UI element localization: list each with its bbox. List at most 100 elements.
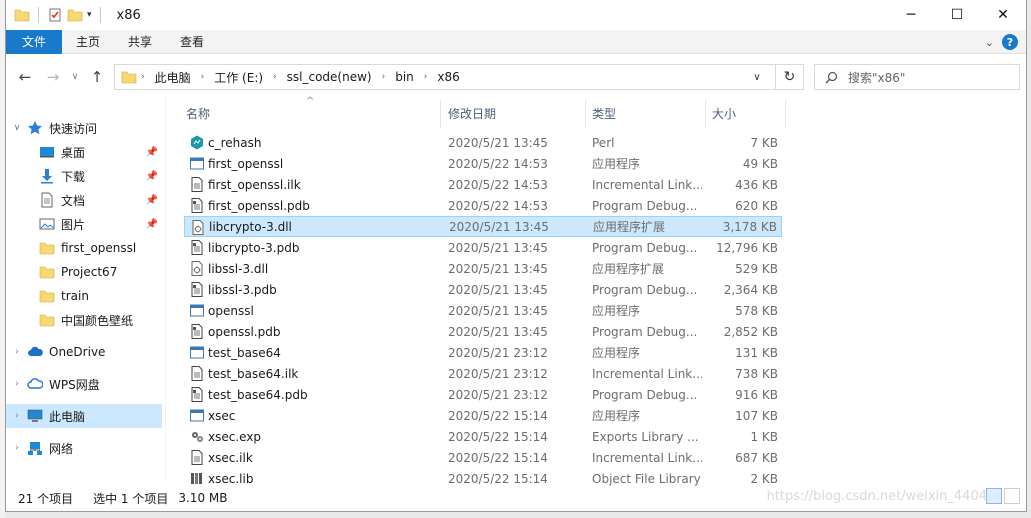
- breadcrumb-chevron-icon[interactable]: ›: [137, 72, 149, 82]
- nav-item-first-openssl[interactable]: first_openssl: [6, 236, 162, 260]
- breadcrumb-ssl-code[interactable]: ssl_code(new): [281, 70, 378, 84]
- file-row[interactable]: openssl.pdb 2020/5/21 13:45 Program Debug.…: [184, 321, 782, 342]
- nav-item-label: 文档: [61, 193, 86, 208]
- tab-share[interactable]: 共享: [114, 30, 166, 54]
- folder-icon: [39, 242, 55, 255]
- help-button[interactable]: ?: [1002, 34, 1018, 50]
- breadcrumb-chevron-icon[interactable]: ›: [197, 72, 209, 82]
- nav-item-onedrive[interactable]: › OneDrive: [6, 340, 162, 364]
- column-divider[interactable]: [440, 100, 441, 128]
- file-name: openssl.pdb: [208, 324, 281, 339]
- nav-item-downloads[interactable]: 下载 📌: [6, 164, 162, 188]
- address-history-button[interactable]: ∨: [745, 65, 769, 89]
- breadcrumb-chevron-icon[interactable]: ›: [420, 72, 432, 82]
- exe-icon: [190, 303, 204, 318]
- column-header-date[interactable]: 修改日期: [448, 105, 496, 122]
- tab-home[interactable]: 主页: [62, 30, 114, 54]
- maximize-button[interactable]: ☐: [934, 0, 980, 30]
- pin-icon[interactable]: 📌: [146, 219, 158, 230]
- properties-icon[interactable]: [47, 7, 63, 23]
- expand-chevron-icon[interactable]: ›: [11, 347, 23, 357]
- breadcrumb-x86[interactable]: x86: [431, 70, 465, 84]
- expand-chevron-icon[interactable]: ›: [11, 379, 23, 389]
- chevron-down-icon: ∨: [71, 72, 79, 82]
- folder-icon[interactable]: [14, 7, 30, 23]
- expand-ribbon-chevron-icon[interactable]: ⌄: [985, 36, 994, 49]
- nav-item-this-pc[interactable]: › 此电脑: [6, 404, 162, 428]
- nav-item-pictures[interactable]: 图片 📌: [6, 212, 162, 236]
- nav-item-train[interactable]: train: [6, 284, 162, 308]
- up-button[interactable]: ↑: [86, 66, 108, 88]
- breadcrumb-chevron-icon[interactable]: ›: [378, 72, 390, 82]
- customize-toolbar-chevron-icon[interactable]: ▾: [87, 10, 92, 20]
- breadcrumb-chevron-icon[interactable]: ›: [269, 72, 281, 82]
- file-row[interactable]: test_base64.ilk 2020/5/21 23:12 Incrementa…: [184, 363, 782, 384]
- file-type: Program Debug...: [592, 198, 698, 213]
- file-row[interactable]: libssl-3.dll 2020/5/21 13:45 应用程序扩展 529 KB: [184, 258, 782, 279]
- file-row[interactable]: xsec.exp 2020/5/22 15:14 Exports Library .…: [184, 426, 782, 447]
- back-button[interactable]: ←: [14, 66, 36, 88]
- file-row[interactable]: first_openssl 2020/5/22 14:53 应用程序 49 KB: [184, 153, 782, 174]
- column-header-name[interactable]: 名称: [186, 105, 210, 122]
- nav-item-quick-access[interactable]: ∨ 快速访问: [6, 116, 162, 140]
- nav-item-documents[interactable]: 文档 📌: [6, 188, 162, 212]
- file-row[interactable]: openssl 2020/5/21 13:45 应用程序 578 KB: [184, 300, 782, 321]
- minimize-button[interactable]: ─: [888, 0, 934, 30]
- column-header-size[interactable]: 大小: [712, 105, 736, 122]
- file-row[interactable]: c_rehash 2020/5/21 13:45 Perl 7 KB: [184, 132, 782, 153]
- file-name: first_openssl: [208, 156, 284, 171]
- nav-item-network[interactable]: › 网络: [6, 436, 162, 460]
- breadcrumb-this-pc[interactable]: 此电脑: [149, 69, 197, 86]
- file-name: xsec.lib: [208, 471, 254, 486]
- forward-button[interactable]: →: [42, 66, 64, 88]
- expand-chevron-icon[interactable]: ›: [11, 443, 23, 453]
- pin-icon[interactable]: 📌: [146, 171, 158, 182]
- expand-chevron-icon[interactable]: ›: [11, 411, 23, 421]
- column-headers: ^ 名称 修改日期 类型 大小: [172, 96, 792, 130]
- recent-locations-button[interactable]: ∨: [64, 66, 86, 88]
- file-size: 49 KB: [742, 156, 778, 171]
- column-header-type[interactable]: 类型: [592, 105, 616, 122]
- file-row[interactable]: xsec 2020/5/22 15:14 应用程序 107 KB: [184, 405, 782, 426]
- tab-file[interactable]: 文件: [6, 29, 62, 54]
- breadcrumb-bin[interactable]: bin: [389, 70, 420, 84]
- details-view-button[interactable]: [986, 488, 1002, 504]
- breadcrumb-drive-e[interactable]: 工作 (E:): [208, 69, 269, 86]
- new-folder-icon[interactable]: [67, 7, 83, 23]
- watermark-text: https://blog.csdn.net/weixin_4404: [766, 489, 987, 504]
- file-date: 2020/5/22 15:14: [448, 471, 548, 486]
- tab-view[interactable]: 查看: [166, 30, 218, 54]
- large-icons-view-button[interactable]: [1004, 488, 1020, 504]
- file-row[interactable]: libssl-3.pdb 2020/5/21 13:45 Program Debug…: [184, 279, 782, 300]
- file-row[interactable]: test_base64.pdb 2020/5/21 23:12 Program De…: [184, 384, 782, 405]
- nav-item-label: OneDrive: [49, 345, 106, 359]
- column-divider[interactable]: [785, 100, 786, 128]
- file-row[interactable]: test_base64 2020/5/21 23:12 应用程序 131 KB: [184, 342, 782, 363]
- search-box[interactable]: 搜索"x86": [814, 64, 1020, 90]
- file-type: 应用程序: [592, 346, 641, 360]
- nav-item-wps-cloud[interactable]: › WPS网盘: [6, 372, 162, 396]
- pdb-icon: [190, 324, 204, 339]
- nav-item-desktop[interactable]: 桌面 📌: [6, 140, 162, 164]
- file-size: 3,178 KB: [722, 219, 777, 234]
- file-row[interactable]: xsec.ilk 2020/5/22 15:14 Incremental Link.…: [184, 447, 782, 468]
- file-list: ^ 名称 修改日期 类型 大小 c_rehash 2020/5/21 13:45 P…: [172, 96, 1022, 486]
- collapse-chevron-icon[interactable]: ∨: [11, 123, 23, 133]
- file-row[interactable]: first_openssl.pdb 2020/5/22 14:53 Program …: [184, 195, 782, 216]
- refresh-button[interactable]: ↻: [775, 65, 803, 89]
- close-button[interactable]: ✕: [980, 0, 1026, 30]
- nav-item-project67[interactable]: Project67: [6, 260, 162, 284]
- file-row[interactable]: first_openssl.ilk 2020/5/22 14:53 Incremen…: [184, 174, 782, 195]
- file-row[interactable]: libcrypto-3.dll 2020/5/21 13:45 应用程序扩展 3,17…: [184, 216, 782, 237]
- nav-item-wallpapers[interactable]: 中国颜色壁纸: [6, 308, 162, 332]
- column-divider[interactable]: [705, 100, 706, 128]
- file-date: 2020/5/21 13:45: [448, 303, 548, 318]
- pin-icon[interactable]: 📌: [146, 147, 158, 158]
- sort-ascending-icon: ^: [306, 96, 315, 107]
- file-size: 12,796 KB: [716, 240, 778, 255]
- address-bar[interactable]: › 此电脑 › 工作 (E:) › ssl_code(new) › bin › …: [114, 64, 804, 90]
- file-size: 2 KB: [750, 471, 778, 486]
- column-divider[interactable]: [585, 100, 586, 128]
- pin-icon[interactable]: 📌: [146, 195, 158, 206]
- file-row[interactable]: libcrypto-3.pdb 2020/5/21 13:45 Program De…: [184, 237, 782, 258]
